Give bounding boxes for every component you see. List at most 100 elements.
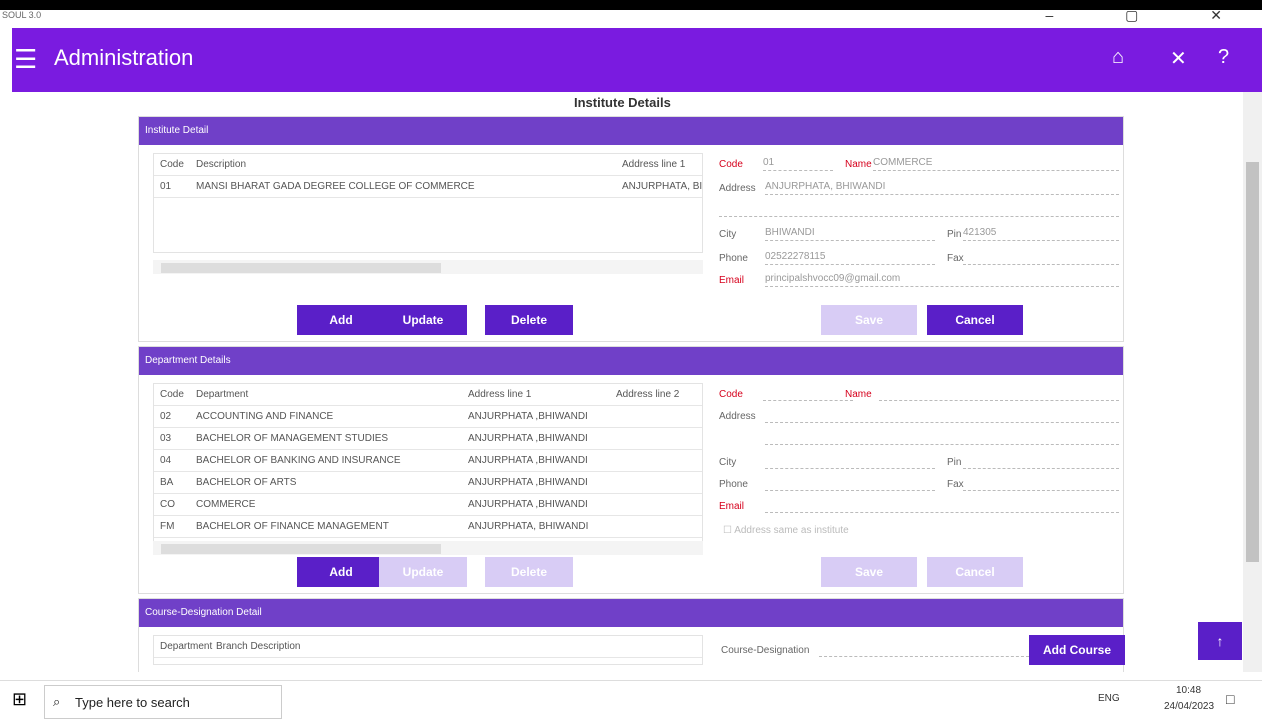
scroll-top-button[interactable]: ↑ — [1198, 622, 1242, 660]
institute-update-button[interactable]: Update — [379, 305, 467, 335]
dept-code-field[interactable] — [763, 387, 853, 401]
col-address1: Address line 1 — [622, 159, 686, 170]
dept-address-label: Address — [719, 411, 756, 422]
cell-address1: ANJURPHATA ,BHIWANDI — [468, 411, 588, 422]
search-placeholder: Type here to search — [75, 695, 190, 710]
department-form: Code Name Address City Pin Phone Fax Ema… — [719, 375, 1119, 545]
app-title: Administration — [54, 45, 194, 70]
table-row[interactable]: BA BACHELOR OF ARTS ANJURPHATA ,BHIWANDI — [154, 472, 702, 494]
name-label: Name — [845, 159, 872, 170]
pin-field[interactable]: 421305 — [963, 227, 1119, 241]
table-row[interactable]: 02 ACCOUNTING AND FINANCE ANJURPHATA ,BH… — [154, 406, 702, 428]
search-icon: ⌕ — [53, 694, 61, 709]
code-field[interactable]: 01 — [763, 157, 833, 171]
cell-code: CO — [160, 499, 175, 510]
dept-fax-label: Fax — [947, 479, 964, 490]
window-titlebar: SOUL 3.0 ‒ ▢ ✕ — [0, 0, 1262, 28]
department-table: Code Department Address line 1 Address l… — [153, 383, 703, 543]
cell-code: 02 — [160, 411, 172, 422]
cell-address1: ANJURPHATA ,BHIWANDI — [468, 433, 588, 444]
col-department: Department — [160, 641, 213, 652]
dept-city-label: City — [719, 457, 737, 468]
address-line2-field[interactable] — [719, 203, 1119, 217]
window-controls[interactable]: ‒ ▢ ✕ — [1045, 7, 1256, 24]
cell-department: BACHELOR OF MANAGEMENT STUDIES — [196, 433, 389, 444]
department-add-button[interactable]: Add — [297, 557, 385, 587]
name-field[interactable]: COMMERCE — [873, 157, 1119, 171]
col-description: Description — [196, 159, 247, 170]
fax-field[interactable] — [963, 251, 1119, 265]
cell-address1: ANJURPHATA ,BHIWANDI — [468, 477, 588, 488]
page-scroll-thumb[interactable] — [1246, 162, 1259, 562]
institute-cancel-button[interactable]: Cancel — [927, 305, 1023, 335]
col-address2: Address line 2 — [616, 389, 680, 400]
course-header: Course-Designation Detail — [139, 599, 1123, 627]
cell-code: 04 — [160, 455, 172, 466]
page-title: Institute Details — [574, 95, 671, 110]
dept-name-label: Name — [845, 389, 872, 400]
institute-table-scrollbar[interactable] — [153, 260, 703, 274]
institute-form: Code 01 Name COMMERCE Address ANJURPHATA… — [719, 145, 1119, 305]
language-indicator[interactable]: ENG — [1098, 693, 1120, 704]
dept-fax-field[interactable] — [963, 477, 1119, 491]
address-field[interactable]: ANJURPHATA, BHIWANDI — [765, 181, 1119, 195]
table-row[interactable]: 01 MANSI BHARAT GADA DEGREE COLLEGE OF C… — [154, 176, 702, 198]
dept-phone-label: Phone — [719, 479, 748, 490]
department-header: Department Details — [139, 347, 1123, 375]
email-label: Email — [719, 275, 745, 286]
menu-icon[interactable]: ☰ — [14, 44, 37, 75]
window-title: SOUL 3.0 — [2, 10, 42, 20]
table-row[interactable]: CO COMMERCE ANJURPHATA ,BHIWANDI — [154, 494, 702, 516]
email-field[interactable]: principalshvocc09@gmail.com — [765, 273, 1119, 287]
add-course-button[interactable]: Add Course — [1029, 635, 1125, 665]
dept-pin-field[interactable] — [963, 455, 1119, 469]
dept-phone-field[interactable] — [765, 477, 935, 491]
windows-icon[interactable]: ⊞ — [12, 689, 27, 710]
clock-date: 24/04/2023 — [1164, 701, 1215, 712]
course-designation-select[interactable] — [819, 643, 1029, 657]
institute-save-button[interactable]: Save — [821, 305, 917, 335]
table-row[interactable]: FM BACHELOR OF FINANCE MANAGEMENT ANJURP… — [154, 516, 702, 538]
department-table-scrollbar[interactable] — [153, 541, 703, 555]
institute-delete-button[interactable]: Delete — [485, 305, 573, 335]
course-designation-label: Course-Designation — [721, 645, 810, 656]
cell-department: BACHELOR OF BANKING AND INSURANCE — [196, 455, 401, 466]
department-cancel-button[interactable]: Cancel — [927, 557, 1023, 587]
page-scrollbar[interactable] — [1243, 92, 1262, 672]
table-row[interactable]: 03 BACHELOR OF MANAGEMENT STUDIES ANJURP… — [154, 428, 702, 450]
col-address1: Address line 1 — [468, 389, 532, 400]
dept-city-field[interactable] — [765, 455, 935, 469]
cell-address1: ANJURPHATA ,BHIWANDI — [468, 455, 588, 466]
scroll-thumb[interactable] — [161, 544, 441, 554]
close-icon[interactable]: ✕ — [1170, 46, 1187, 71]
table-row[interactable]: 04 BACHELOR OF BANKING AND INSURANCE ANJ… — [154, 450, 702, 472]
home-icon[interactable]: ⌂ — [1112, 46, 1124, 69]
dept-name-field[interactable] — [879, 387, 1119, 401]
institute-add-button[interactable]: Add — [297, 305, 385, 335]
dept-address-line2-field[interactable] — [765, 431, 1119, 445]
same-as-institute-checkbox[interactable]: ☐ Address same as institute — [723, 525, 849, 536]
scroll-thumb[interactable] — [161, 263, 441, 273]
institute-section: Institute Detail Code Description Addres… — [138, 116, 1124, 342]
phone-field[interactable]: 02522278115 — [765, 251, 935, 265]
col-branch-description: Branch Description — [216, 641, 301, 652]
dept-pin-label: Pin — [947, 457, 962, 468]
pin-label: Pin — [947, 229, 962, 240]
notification-icon[interactable]: □ — [1226, 691, 1234, 707]
department-section: Department Details Code Department Addre… — [138, 346, 1124, 594]
phone-label: Phone — [719, 253, 748, 264]
institute-table: Code Description Address line 1 01 MANSI… — [153, 153, 703, 253]
department-update-button[interactable]: Update — [379, 557, 467, 587]
dept-address-field[interactable] — [765, 409, 1119, 423]
cell-code: 01 — [160, 181, 172, 192]
city-field[interactable]: BHIWANDI — [765, 227, 935, 241]
department-save-button[interactable]: Save — [821, 557, 917, 587]
cell-address1: ANJURPHATA, BI — [622, 181, 703, 192]
city-label: City — [719, 229, 737, 240]
code-label: Code — [719, 159, 743, 170]
dept-email-field[interactable] — [765, 499, 1119, 513]
cell-code: BA — [160, 477, 174, 488]
taskbar-search[interactable]: ⌕ Type here to search — [44, 685, 282, 719]
department-delete-button[interactable]: Delete — [485, 557, 573, 587]
help-icon[interactable]: ? — [1218, 46, 1229, 69]
